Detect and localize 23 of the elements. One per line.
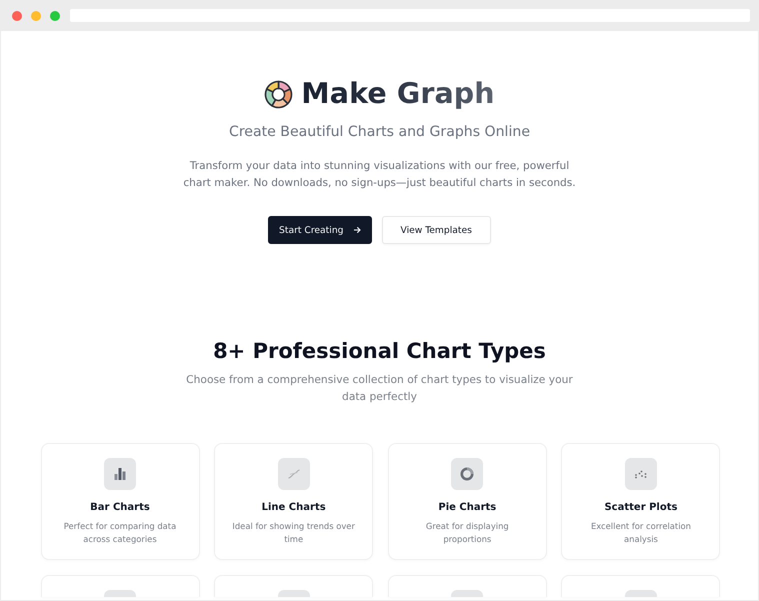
card-description: Excellent for correlation analysis bbox=[590, 520, 692, 546]
close-button[interactable] bbox=[12, 10, 22, 20]
card-description: Ideal for showing trends over time bbox=[231, 520, 356, 546]
hero-description: Transform your data into stunning visualizations with our free, powerful chart maker. No downloads, no sign-ups—just beautiful charts in seconds. bbox=[182, 159, 577, 191]
card-title: Line Charts bbox=[262, 501, 326, 514]
bar-chart-icon bbox=[104, 458, 136, 490]
donut-chart-icon bbox=[451, 458, 484, 490]
minimize-button[interactable] bbox=[31, 10, 41, 20]
card-title: Scatter Plots bbox=[604, 501, 678, 514]
card-title: Bar Charts bbox=[90, 501, 150, 514]
card-title: Pie Charts bbox=[438, 501, 496, 514]
card-description: Great for displaying proportions bbox=[424, 520, 510, 546]
maximize-button[interactable] bbox=[50, 10, 60, 20]
view-templates-button[interactable]: View Templates bbox=[382, 216, 491, 244]
arrow-right-icon bbox=[352, 226, 360, 234]
card-description: Perfect for comparing data across categories bbox=[62, 520, 178, 546]
start-creating-button[interactable]: Start Creating bbox=[268, 216, 372, 244]
line-chart-icon bbox=[278, 458, 310, 490]
scatter-plot-icon bbox=[624, 458, 657, 490]
logo-icon bbox=[264, 80, 294, 108]
tagline: Create Beautiful Charts and Graphs Online bbox=[228, 123, 530, 141]
section-subtitle: Choose from a comprehensive collection of chart types to visualize your data perfectly bbox=[185, 372, 574, 405]
section-title: 8+ Professional Chart Types bbox=[213, 338, 546, 364]
